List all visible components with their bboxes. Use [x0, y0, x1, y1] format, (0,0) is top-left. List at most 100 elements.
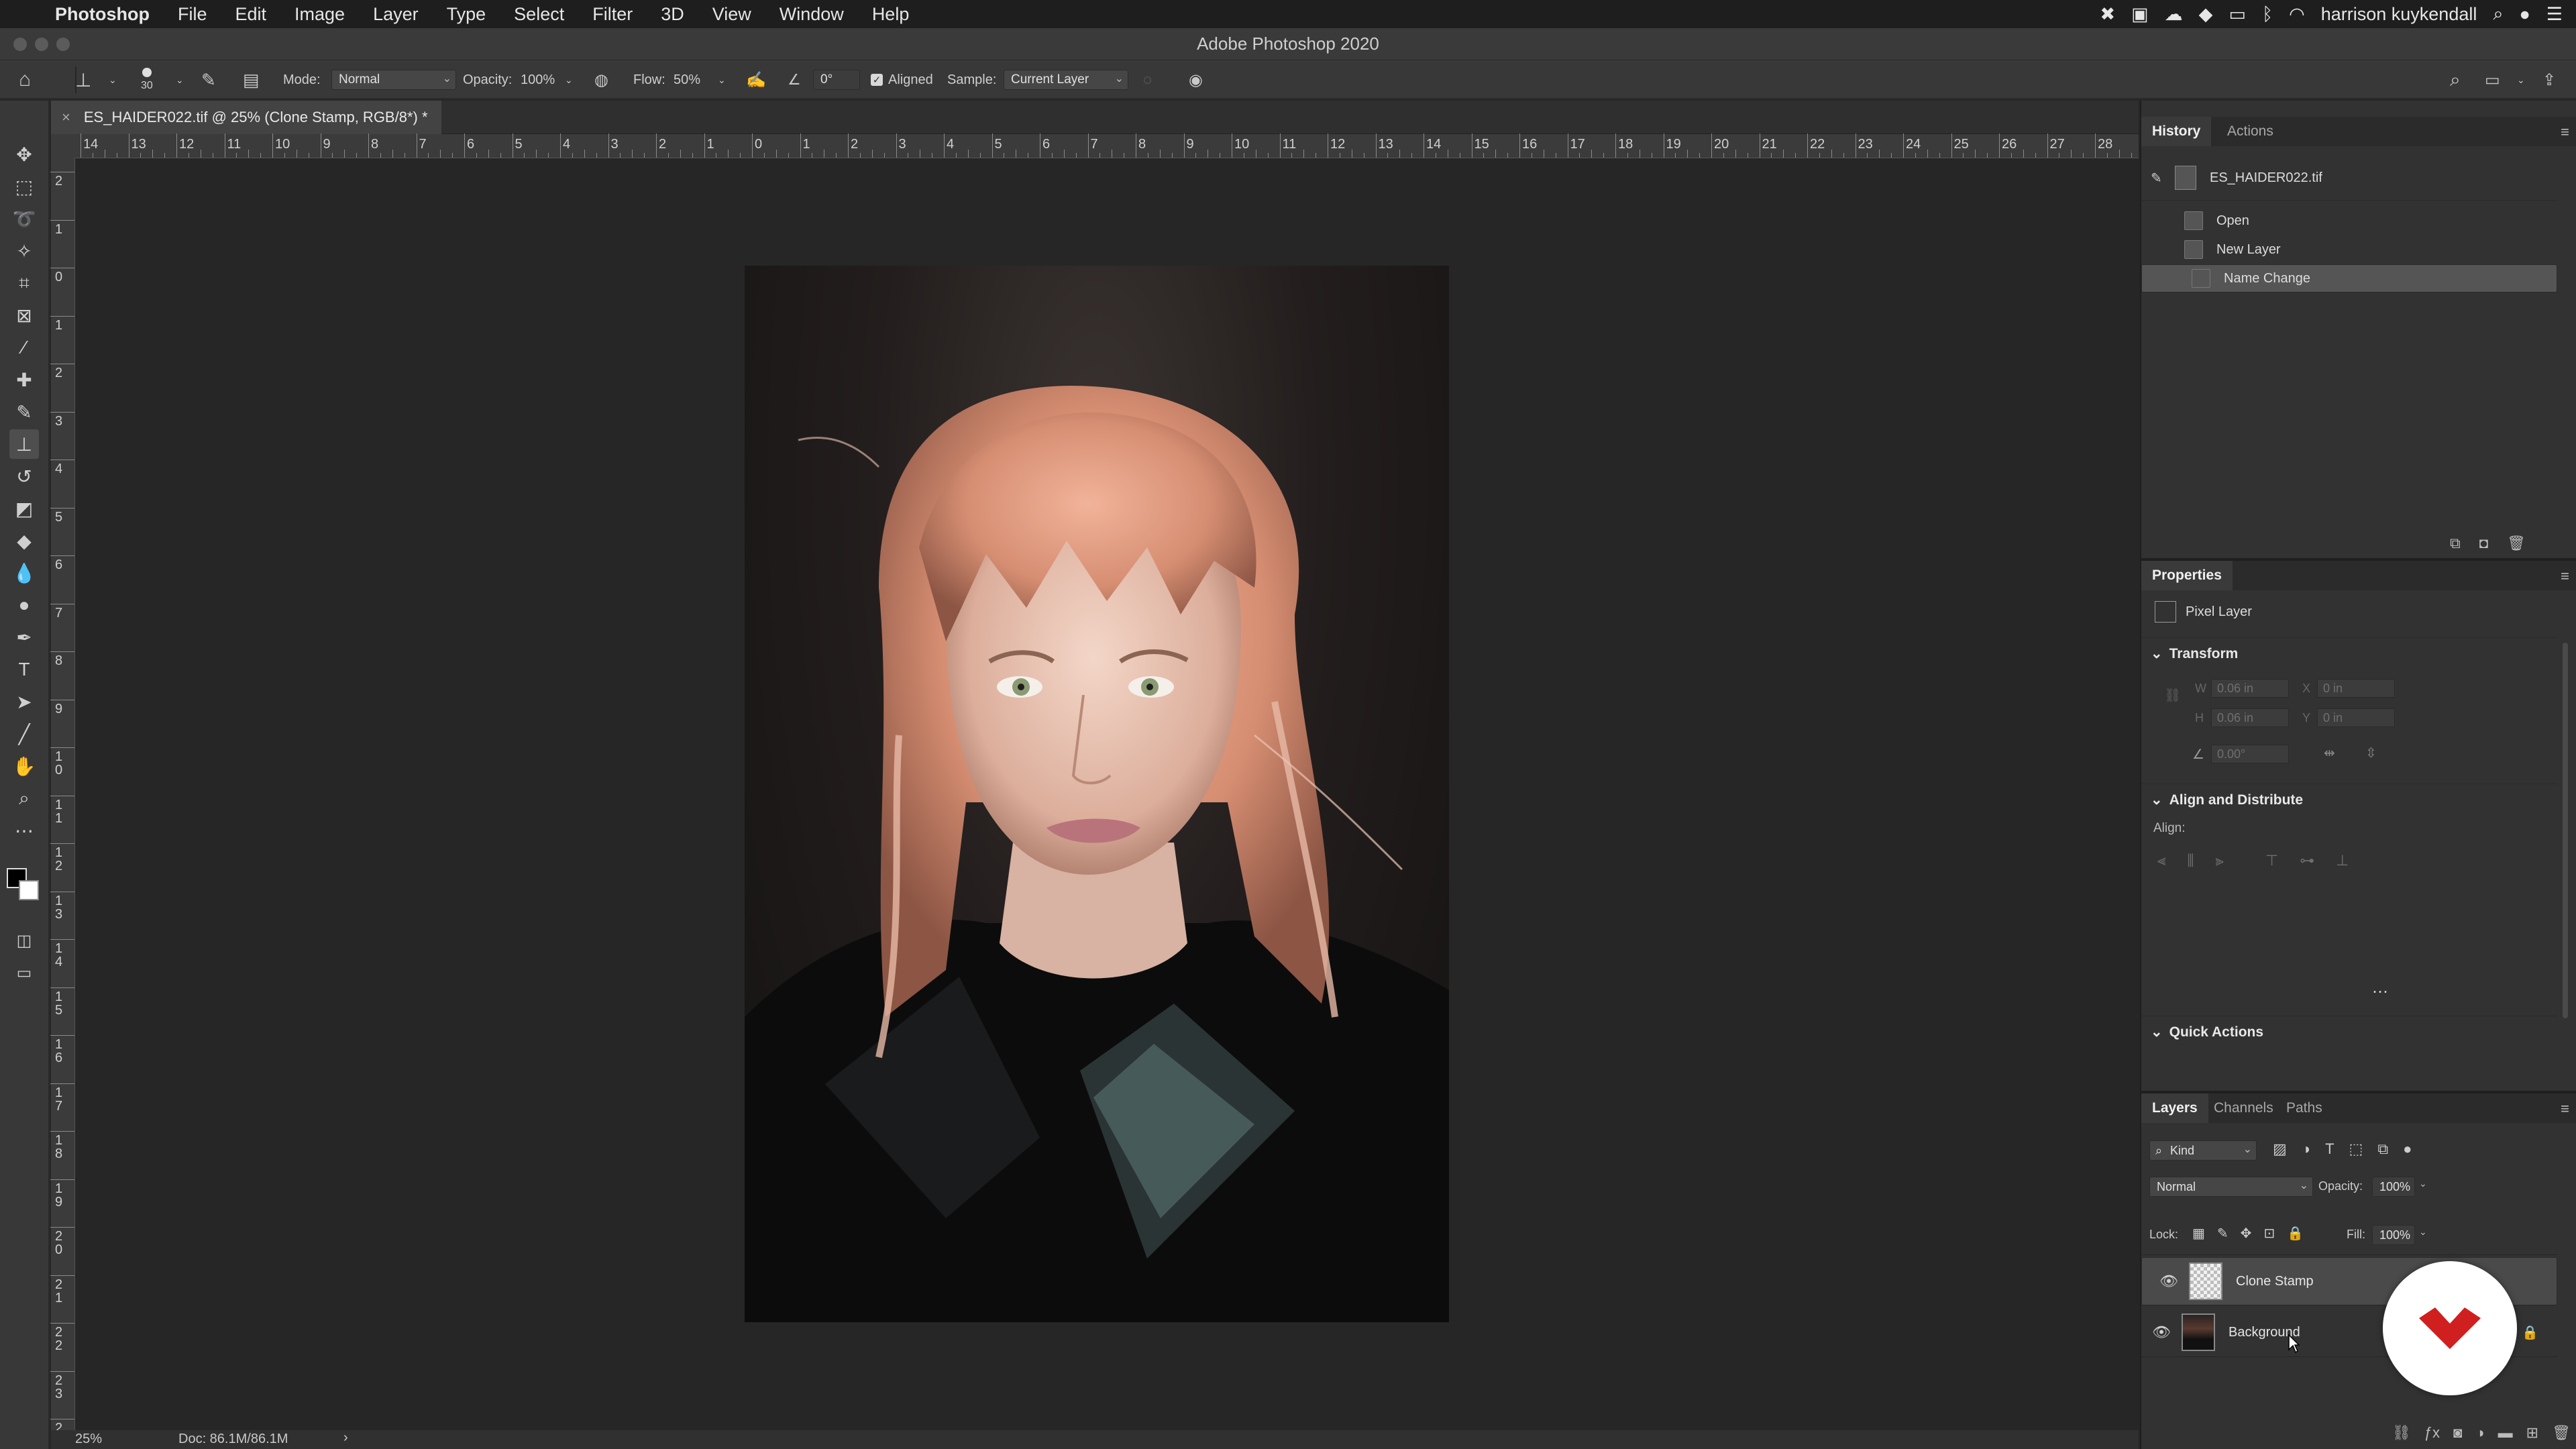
- align-middle-icon[interactable]: ⊶: [2300, 852, 2314, 869]
- horizontal-ruler[interactable]: 14 13 12 11 10 9 8 7 6 5 4 3 2 1 0 1 2 3 4 5 6 7 8 9 10 11 12 13 14 1…: [75, 133, 2139, 158]
- background-color-swatch[interactable]: [19, 880, 39, 900]
- close-icon[interactable]: ×: [62, 109, 70, 126]
- menu-filter[interactable]: Filter: [578, 4, 647, 25]
- magic-wand-tool-icon[interactable]: ✧: [9, 236, 39, 266]
- notification-center-icon[interactable]: ☰: [2546, 4, 2563, 25]
- flip-horizontal-icon[interactable]: ⇹: [2324, 745, 2335, 761]
- ignore-adjustment-layers-icon[interactable]: ◌: [1143, 60, 1152, 99]
- new-layer-icon[interactable]: ⊞: [2526, 1424, 2538, 1442]
- filter-smart-object-icon[interactable]: ⧉: [2377, 1140, 2388, 1158]
- flip-vertical-icon[interactable]: ⇳: [2365, 745, 2377, 761]
- edit-toolbar-icon[interactable]: ⋯: [9, 816, 39, 845]
- document-size[interactable]: Doc: 86.1M/86.1M: [178, 1432, 288, 1447]
- paint-bucket-tool-icon[interactable]: ◆: [9, 526, 39, 555]
- align-section-header[interactable]: ⌄ Align and Distribute: [2151, 792, 2303, 808]
- lock-image-icon[interactable]: ✎: [2217, 1225, 2229, 1242]
- trash-icon[interactable]: 🗑: [2507, 535, 2526, 552]
- clone-stamp-tool-icon[interactable]: ⊥: [9, 429, 39, 459]
- type-tool-icon[interactable]: T: [9, 655, 39, 684]
- clone-source-icon[interactable]: ▤: [243, 60, 260, 99]
- tab-layers[interactable]: Layers: [2141, 1093, 2208, 1123]
- history-snapshot[interactable]: ✎ ES_HAIDER022.tif: [2141, 164, 2557, 192]
- width-input[interactable]: 0.06 in: [2211, 679, 2289, 698]
- ruler-origin[interactable]: [51, 134, 75, 158]
- chevron-right-icon[interactable]: ›: [343, 1430, 348, 1446]
- align-bottom-icon[interactable]: ⊥: [2336, 852, 2349, 869]
- transform-section-header[interactable]: ⌄ Transform: [2151, 645, 2238, 662]
- sample-select[interactable]: Current Layer ⌄: [1004, 70, 1128, 90]
- spotlight-search-icon[interactable]: ⌕: [2493, 3, 2503, 25]
- visibility-eye-icon[interactable]: 👁: [2141, 1324, 2182, 1341]
- eraser-tool-icon[interactable]: ◩: [9, 494, 39, 523]
- menu-help[interactable]: Help: [858, 4, 924, 25]
- trash-icon[interactable]: 🗑: [2552, 1424, 2571, 1442]
- filter-shape-icon[interactable]: ⬚: [2349, 1140, 2363, 1158]
- new-group-icon[interactable]: ▬: [2498, 1424, 2513, 1442]
- camera-snapshot-icon[interactable]: ◘: [2479, 535, 2488, 552]
- tab-history[interactable]: History: [2141, 117, 2212, 146]
- home-icon[interactable]: ⌂: [19, 60, 31, 99]
- menu-app-name[interactable]: Photoshop: [41, 4, 164, 25]
- align-top-icon[interactable]: ⊤: [2265, 852, 2278, 869]
- history-step-name-change[interactable]: Name Change: [2141, 264, 2557, 292]
- zoom-level[interactable]: 25%: [75, 1432, 102, 1447]
- link-icon[interactable]: ⛓: [2164, 687, 2181, 704]
- status-display-icon[interactable]: ▣: [2131, 4, 2149, 25]
- link-layers-icon[interactable]: ⛓: [2392, 1424, 2411, 1442]
- menu-type[interactable]: Type: [433, 4, 500, 25]
- history-brush-tool-icon[interactable]: ↺: [9, 462, 39, 491]
- menu-select[interactable]: Select: [500, 4, 578, 25]
- layer-style-fx-icon[interactable]: ƒx: [2424, 1424, 2440, 1442]
- blur-tool-icon[interactable]: 💧: [9, 558, 39, 588]
- workspace-icon[interactable]: ▭: [2485, 60, 2500, 99]
- align-right-icon[interactable]: ⫸: [2216, 852, 2224, 869]
- blend-mode-select[interactable]: Normal ⌄: [2149, 1177, 2313, 1197]
- lock-transparent-icon[interactable]: ▦: [2192, 1225, 2205, 1242]
- brush-settings-icon[interactable]: ✎: [201, 60, 216, 99]
- brush-tool-icon[interactable]: ✎: [9, 397, 39, 427]
- angle-input[interactable]: 0.00°: [2211, 745, 2289, 763]
- chevron-down-icon[interactable]: ⌄: [2419, 1226, 2427, 1238]
- layer-filter-select[interactable]: ⌕ Kind ⌄: [2149, 1140, 2257, 1161]
- lock-artboard-icon[interactable]: ⊡: [2263, 1225, 2275, 1242]
- y-input[interactable]: 0 in: [2317, 708, 2395, 727]
- marquee-tool-icon[interactable]: ⬚: [9, 172, 39, 201]
- panel-menu-icon[interactable]: ≡: [2561, 123, 2569, 141]
- menu-file[interactable]: File: [164, 4, 221, 25]
- properties-scrollbar[interactable]: [2563, 643, 2568, 1018]
- status-x-icon[interactable]: ✖: [2100, 4, 2116, 25]
- new-document-from-state-icon[interactable]: ⧉: [2450, 535, 2461, 552]
- search-icon[interactable]: ⌕: [2450, 60, 2461, 99]
- creative-cloud-icon[interactable]: ☁: [2165, 4, 2183, 25]
- lock-all-icon[interactable]: 🔒: [2287, 1225, 2304, 1242]
- pen-tool-icon[interactable]: ✒: [9, 623, 39, 652]
- more-options-icon[interactable]: ⋯: [2372, 982, 2388, 1002]
- angle-input[interactable]: 0°: [813, 70, 860, 90]
- menubar-user-name[interactable]: harrison kuykendall: [2321, 4, 2477, 25]
- mode-select[interactable]: Normal ⌄: [331, 70, 456, 90]
- filter-type-icon[interactable]: T: [2325, 1140, 2334, 1158]
- chevron-down-icon[interactable]: ⌄: [565, 60, 573, 99]
- share-icon[interactable]: ⇪: [2542, 60, 2556, 99]
- chevron-down-icon[interactable]: ⌄: [718, 60, 726, 99]
- filter-toggle-icon[interactable]: ●: [2403, 1140, 2412, 1158]
- quick-mask-icon[interactable]: ◫: [9, 926, 39, 955]
- menu-edit[interactable]: Edit: [221, 4, 281, 25]
- fill-input[interactable]: 100%: [2372, 1225, 2415, 1245]
- add-mask-icon[interactable]: ◙: [2453, 1424, 2462, 1442]
- lock-icon[interactable]: 🔒: [2522, 1324, 2538, 1341]
- layer-opacity-input[interactable]: 100%: [2372, 1177, 2415, 1197]
- document-image[interactable]: [745, 266, 1449, 1322]
- siri-icon[interactable]: ●: [2519, 4, 2530, 25]
- pressure-opacity-icon[interactable]: ◍: [594, 60, 608, 99]
- panel-menu-icon[interactable]: ≡: [2561, 568, 2569, 585]
- aligned-checkbox[interactable]: ✓ Aligned: [871, 60, 933, 99]
- menu-layer[interactable]: Layer: [359, 4, 433, 25]
- chevron-down-icon[interactable]: ⌄: [109, 60, 117, 99]
- filter-pixel-icon[interactable]: ▨: [2273, 1140, 2287, 1158]
- vertical-ruler[interactable]: 2101234567891 01 11 21 31 41 51 61 71 81…: [50, 158, 75, 1448]
- crop-tool-icon[interactable]: ⌗: [9, 268, 39, 298]
- chevron-down-icon[interactable]: ⌄: [176, 60, 184, 99]
- hand-tool-icon[interactable]: ✋: [9, 751, 39, 781]
- frame-tool-icon[interactable]: ⊠: [9, 301, 39, 330]
